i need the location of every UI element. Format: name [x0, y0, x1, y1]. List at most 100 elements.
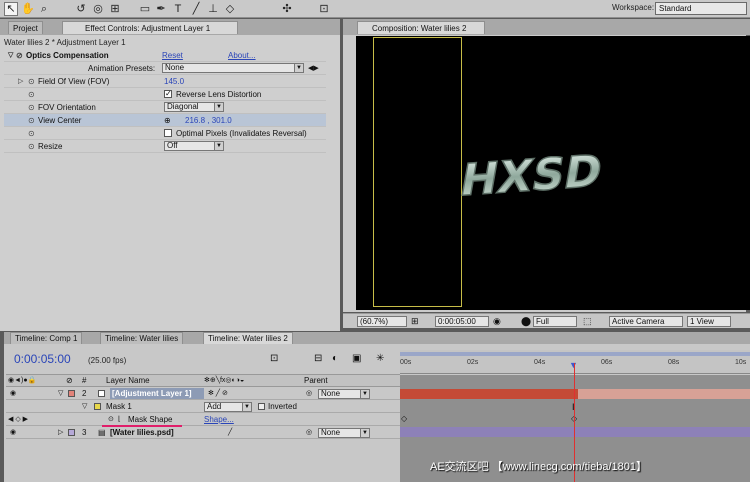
fx-icon[interactable]: ⊘: [16, 49, 23, 62]
resolution-dropdown[interactable]: Full: [533, 316, 577, 327]
color-channel-icon[interactable]: ⬤: [521, 316, 531, 327]
tab-composition[interactable]: Composition: Water lilies 2: [357, 21, 485, 34]
resize-dropdown[interactable]: Off ▼: [164, 141, 224, 151]
mask-name[interactable]: Mask 1: [106, 401, 132, 413]
stopwatch-icon[interactable]: ⊙: [28, 114, 35, 127]
inverted-checkbox[interactable]: [258, 403, 265, 410]
tab-effect-controls[interactable]: Effect Controls: Adjustment Layer 1: [62, 21, 238, 34]
reset-link[interactable]: Reset: [162, 49, 183, 62]
stopwatch-icon[interactable]: ⊙: [28, 88, 35, 101]
motion-blur-icon[interactable]: ◐: [332, 353, 338, 364]
brush-tool-icon[interactable]: ╱: [189, 2, 203, 16]
mask-mode-dropdown[interactable]: Add ▼: [204, 402, 252, 412]
stopwatch-icon[interactable]: ⊙: [28, 101, 35, 114]
label-color-swatch[interactable]: [68, 429, 75, 436]
pen-tool-icon[interactable]: ✒: [154, 2, 168, 16]
keyframe-nav-icon[interactable]: ◀ ◇ ▶: [8, 414, 28, 426]
timecode-display[interactable]: 0:00:05:00: [435, 316, 489, 327]
graph-editor-icon[interactable]: ▣: [352, 353, 361, 364]
resize-label: Resize: [38, 142, 63, 151]
expand-triangle-icon[interactable]: ▽: [8, 49, 13, 62]
layer-switches-icon[interactable]: ╱: [228, 427, 232, 439]
pan-behind-tool-icon[interactable]: ⊞: [108, 2, 122, 16]
layer-duration-bar[interactable]: [400, 427, 750, 437]
snapshot-icon[interactable]: ◉: [493, 316, 501, 327]
effect-row-resize[interactable]: ⊙ Resize Off ▼: [4, 140, 326, 153]
timeline-current-time[interactable]: 0:00:05:00: [14, 352, 71, 366]
orientation-value: Diagonal: [167, 102, 199, 111]
parent-dropdown[interactable]: None ▼: [318, 428, 370, 438]
grid-icon[interactable]: ⊞: [411, 316, 419, 327]
parent-pickwhip-icon[interactable]: ◎: [306, 427, 312, 439]
switches-header-icon: ✻⊕╲fx◎◐◑◒: [204, 377, 245, 384]
optimal-checkbox[interactable]: [164, 129, 172, 137]
about-link[interactable]: About...: [228, 49, 256, 62]
zoom-tool-icon[interactable]: ⌕: [37, 2, 51, 16]
effect-row-optics[interactable]: ▽ ⊘ Optics Compensation Reset About...: [4, 49, 326, 62]
select-tool-icon[interactable]: ↖: [4, 2, 18, 16]
workspace-select[interactable]: Standard: [655, 2, 747, 15]
expand-triangle-icon[interactable]: ▷: [58, 427, 63, 439]
eye-icon[interactable]: ◉: [10, 427, 16, 439]
mask-shape-link[interactable]: Shape...: [204, 414, 234, 426]
camera-value: Active Camera: [612, 317, 665, 326]
axis-local-icon[interactable]: ✣: [280, 2, 294, 16]
tab-project[interactable]: Project: [8, 21, 43, 34]
text-tool-icon[interactable]: T: [171, 2, 185, 16]
eye-icon[interactable]: ◉: [10, 388, 16, 400]
tab-timeline-comp1[interactable]: Timeline: Comp 1: [10, 332, 83, 344]
stopwatch-icon[interactable]: ⊙: [28, 140, 35, 153]
work-area-bar[interactable]: [400, 352, 750, 356]
layer-row[interactable]: ◉ ▽ 2 [Adjustment Layer 1] ✻ ╱ ⊘ ◎ None ▼: [6, 388, 400, 400]
effect-row-fov[interactable]: ▷ ⊙ Field Of View (FOV) 145.0: [4, 75, 326, 88]
mask-shape-row[interactable]: ◀ ◇ ▶ ⊙ ⌊ Mask Shape Shape...: [6, 414, 400, 426]
label-color-swatch[interactable]: [68, 390, 75, 397]
stopwatch-icon[interactable]: ⊙: [28, 127, 35, 140]
tab-timeline-water-lilies[interactable]: Timeline: Water lilies: [100, 332, 184, 344]
hand-tool-icon[interactable]: ✋: [21, 2, 35, 16]
fov-value[interactable]: 145.0: [164, 75, 184, 88]
layer-duration-bar-tail[interactable]: [578, 389, 750, 399]
camera-dropdown[interactable]: Active Camera: [609, 316, 683, 327]
comp-mini-flowchart-icon[interactable]: ⊡: [270, 353, 278, 364]
layer-name[interactable]: [Water lilies.psd]: [110, 427, 174, 439]
preset-nav-icon[interactable]: ◀▶: [308, 62, 319, 75]
reverse-checkbox[interactable]: ✓: [164, 90, 172, 98]
layer-switches-icon[interactable]: ✻ ╱ ⊘: [208, 388, 228, 400]
rotate-tool-icon[interactable]: ↺: [74, 2, 88, 16]
views-dropdown[interactable]: 1 View: [687, 316, 731, 327]
orbit-camera-tool-icon[interactable]: ◎: [91, 2, 105, 16]
layer-name[interactable]: [Adjustment Layer 1]: [110, 388, 204, 399]
orientation-dropdown[interactable]: Diagonal ▼: [164, 102, 224, 112]
watermark-text: AE交流区吧 【www.linecg.com/tieba/1801】: [430, 461, 648, 473]
presets-dropdown[interactable]: None ▼: [162, 63, 304, 73]
rectangle-mask-tool-icon[interactable]: ▭: [138, 2, 152, 16]
effect-row-orientation[interactable]: ⊙ FOV Orientation Diagonal ▼: [4, 101, 326, 114]
axis-world-icon[interactable]: ⊡: [317, 2, 331, 16]
mask-row[interactable]: ▽ Mask 1 Add ▼ Inverted: [6, 401, 400, 413]
layer-row[interactable]: ◉ ▷ 3 ▤ [Water lilies.psd] ╱ ◎ None ▼: [6, 427, 400, 439]
expand-triangle-icon[interactable]: ▽: [82, 401, 87, 413]
layer-duration-bar[interactable]: [400, 389, 578, 399]
expand-triangle-icon[interactable]: ▷: [18, 75, 23, 88]
expand-triangle-icon[interactable]: ▽: [58, 388, 63, 400]
zoom-dropdown[interactable]: (60.7%): [357, 316, 407, 327]
time-ruler[interactable]: 00s 02s 04s 06s 08s 10s ▼: [400, 350, 750, 374]
effect-row-optimal[interactable]: ⊙ Optimal Pixels (Invalidates Reversal): [4, 127, 326, 140]
tab-timeline-water-lilies-2[interactable]: Timeline: Water lilies 2: [203, 332, 293, 344]
stopwatch-icon[interactable]: ⊙: [28, 75, 35, 88]
effect-row-view-center[interactable]: ⊙ View Center ⊕ 216.8 , 301.0: [4, 114, 326, 127]
crosshair-icon[interactable]: ⊕: [164, 114, 171, 127]
keyframe-icon[interactable]: ◇: [401, 414, 407, 423]
parent-pickwhip-icon[interactable]: ◎: [306, 388, 312, 400]
clone-stamp-tool-icon[interactable]: ⊥: [206, 2, 220, 16]
effect-row-reverse[interactable]: ⊙ ✓ Reverse Lens Distortion: [4, 88, 326, 101]
region-icon[interactable]: ⬚: [583, 316, 592, 327]
parent-dropdown[interactable]: None ▼: [318, 389, 370, 399]
brainstorm-icon[interactable]: ✳: [376, 353, 384, 364]
ruler-tick: 08s: [668, 359, 680, 366]
mask-color-swatch[interactable]: [94, 403, 101, 410]
draft-3d-icon[interactable]: ⊟: [314, 353, 322, 364]
eraser-tool-icon[interactable]: ◇: [223, 2, 237, 16]
view-center-value[interactable]: 216.8 , 301.0: [185, 114, 232, 127]
